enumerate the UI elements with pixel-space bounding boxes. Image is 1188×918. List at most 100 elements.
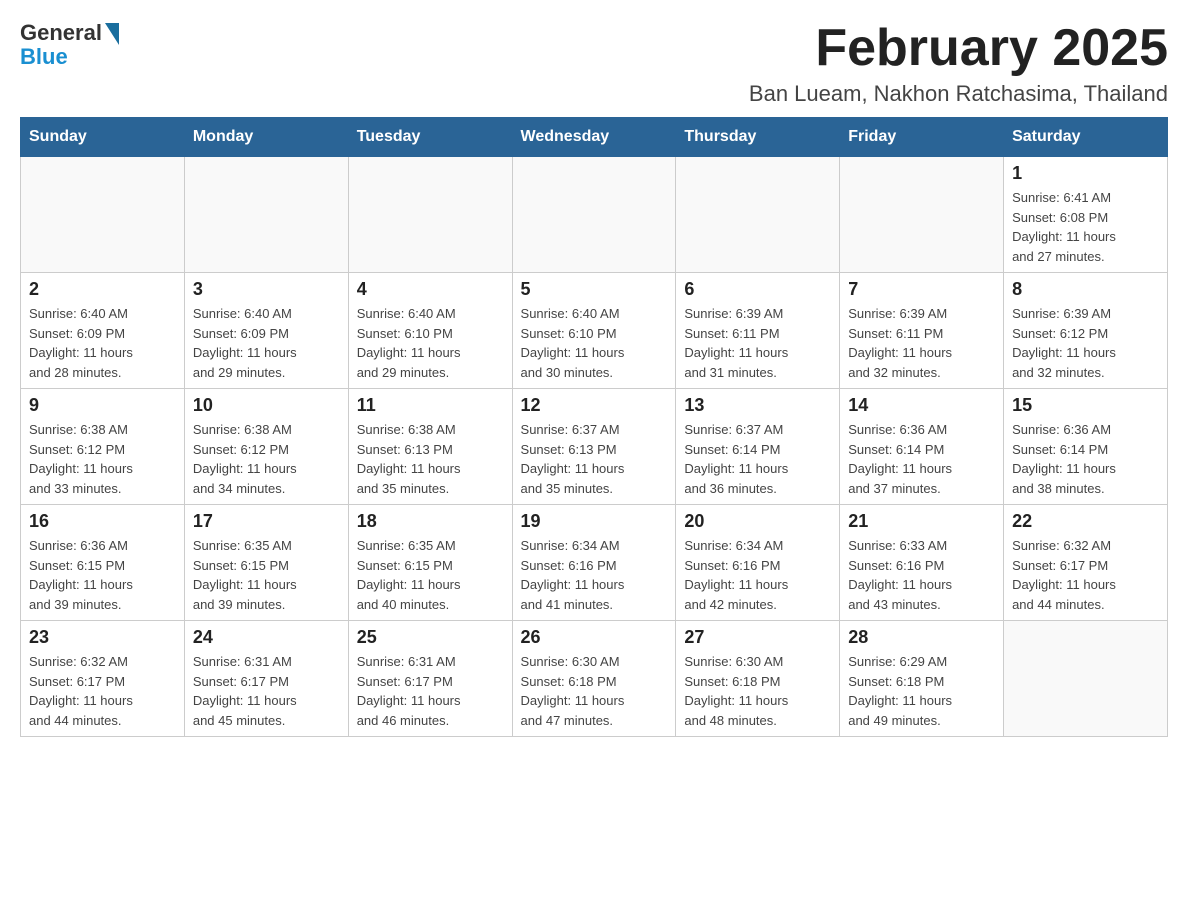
calendar-cell: 15 Sunrise: 6:36 AMSunset: 6:14 PMDayligh… [1004, 389, 1168, 505]
day-number: 11 [357, 395, 504, 416]
day-number: 13 [684, 395, 831, 416]
day-number: 12 [521, 395, 668, 416]
calendar-cell [1004, 621, 1168, 737]
day-info: Sunrise: 6:39 AMSunset: 6:11 PMDaylight:… [848, 304, 995, 382]
page-header: General Blue February 2025 Ban Lueam, Na… [20, 20, 1168, 107]
day-number: 5 [521, 279, 668, 300]
day-info: Sunrise: 6:32 AMSunset: 6:17 PMDaylight:… [1012, 536, 1159, 614]
calendar-cell: 3 Sunrise: 6:40 AMSunset: 6:09 PMDaylight… [184, 273, 348, 389]
day-number: 16 [29, 511, 176, 532]
logo: General Blue [20, 20, 119, 70]
calendar-cell [21, 157, 185, 273]
day-number: 22 [1012, 511, 1159, 532]
day-info: Sunrise: 6:32 AMSunset: 6:17 PMDaylight:… [29, 652, 176, 730]
day-info: Sunrise: 6:30 AMSunset: 6:18 PMDaylight:… [684, 652, 831, 730]
calendar-cell: 23Sunrise: 6:32 AMSunset: 6:17 PMDayligh… [21, 621, 185, 737]
day-info: Sunrise: 6:40 AMSunset: 6:09 PMDaylight:… [193, 304, 340, 382]
day-info: Sunrise: 6:38 AMSunset: 6:12 PMDaylight:… [193, 420, 340, 498]
calendar-cell: 24Sunrise: 6:31 AMSunset: 6:17 PMDayligh… [184, 621, 348, 737]
calendar-cell: 19 Sunrise: 6:34 AMSunset: 6:16 PMDayligh… [512, 505, 676, 621]
calendar-cell: 28 Sunrise: 6:29 AMSunset: 6:18 PMDayligh… [840, 621, 1004, 737]
logo-blue-text: Blue [20, 44, 68, 70]
day-info: Sunrise: 6:39 AMSunset: 6:11 PMDaylight:… [684, 304, 831, 382]
week-row-0: 1 Sunrise: 6:41 AMSunset: 6:08 PMDaylight… [21, 157, 1168, 273]
calendar-cell [348, 157, 512, 273]
day-number: 27 [684, 627, 831, 648]
day-info: Sunrise: 6:41 AMSunset: 6:08 PMDaylight:… [1012, 188, 1159, 266]
day-number: 3 [193, 279, 340, 300]
week-row-4: 23Sunrise: 6:32 AMSunset: 6:17 PMDayligh… [21, 621, 1168, 737]
calendar-cell: 5 Sunrise: 6:40 AMSunset: 6:10 PMDaylight… [512, 273, 676, 389]
calendar-cell [840, 157, 1004, 273]
day-info: Sunrise: 6:35 AMSunset: 6:15 PMDaylight:… [193, 536, 340, 614]
day-info: Sunrise: 6:40 AMSunset: 6:10 PMDaylight:… [357, 304, 504, 382]
calendar-cell: 1 Sunrise: 6:41 AMSunset: 6:08 PMDaylight… [1004, 157, 1168, 273]
day-number: 21 [848, 511, 995, 532]
calendar-cell: 22 Sunrise: 6:32 AMSunset: 6:17 PMDayligh… [1004, 505, 1168, 621]
calendar-cell: 26 Sunrise: 6:30 AMSunset: 6:18 PMDayligh… [512, 621, 676, 737]
logo-general: General [20, 20, 119, 46]
day-info: Sunrise: 6:34 AMSunset: 6:16 PMDaylight:… [684, 536, 831, 614]
logo-general-text: General [20, 20, 102, 46]
week-row-2: 9 Sunrise: 6:38 AMSunset: 6:12 PMDaylight… [21, 389, 1168, 505]
calendar-subtitle: Ban Lueam, Nakhon Ratchasima, Thailand [749, 81, 1168, 107]
calendar-cell: 18 Sunrise: 6:35 AMSunset: 6:15 PMDayligh… [348, 505, 512, 621]
day-number: 25 [357, 627, 504, 648]
day-number: 18 [357, 511, 504, 532]
calendar-title: February 2025 [749, 20, 1168, 77]
day-info: Sunrise: 6:38 AMSunset: 6:12 PMDaylight:… [29, 420, 176, 498]
calendar-cell: 27 Sunrise: 6:30 AMSunset: 6:18 PMDayligh… [676, 621, 840, 737]
day-info: Sunrise: 6:36 AMSunset: 6:14 PMDaylight:… [1012, 420, 1159, 498]
calendar-cell: 10Sunrise: 6:38 AMSunset: 6:12 PMDayligh… [184, 389, 348, 505]
header-tuesday: Tuesday [348, 118, 512, 157]
day-info: Sunrise: 6:33 AMSunset: 6:16 PMDaylight:… [848, 536, 995, 614]
day-info: Sunrise: 6:36 AMSunset: 6:15 PMDaylight:… [29, 536, 176, 614]
day-info: Sunrise: 6:30 AMSunset: 6:18 PMDaylight:… [521, 652, 668, 730]
day-info: Sunrise: 6:40 AMSunset: 6:09 PMDaylight:… [29, 304, 176, 382]
calendar-cell: 9 Sunrise: 6:38 AMSunset: 6:12 PMDaylight… [21, 389, 185, 505]
calendar-cell [676, 157, 840, 273]
day-number: 7 [848, 279, 995, 300]
calendar-cell: 25 Sunrise: 6:31 AMSunset: 6:17 PMDayligh… [348, 621, 512, 737]
day-number: 19 [521, 511, 668, 532]
day-number: 9 [29, 395, 176, 416]
header-wednesday: Wednesday [512, 118, 676, 157]
day-number: 14 [848, 395, 995, 416]
day-info: Sunrise: 6:29 AMSunset: 6:18 PMDaylight:… [848, 652, 995, 730]
day-number: 2 [29, 279, 176, 300]
day-number: 26 [521, 627, 668, 648]
calendar-cell: 13 Sunrise: 6:37 AMSunset: 6:14 PMDayligh… [676, 389, 840, 505]
title-block: February 2025 Ban Lueam, Nakhon Ratchasi… [749, 20, 1168, 107]
day-info: Sunrise: 6:37 AMSunset: 6:14 PMDaylight:… [684, 420, 831, 498]
calendar-cell: 11 Sunrise: 6:38 AMSunset: 6:13 PMDayligh… [348, 389, 512, 505]
calendar-cell: 6 Sunrise: 6:39 AMSunset: 6:11 PMDaylight… [676, 273, 840, 389]
calendar-cell: 14Sunrise: 6:36 AMSunset: 6:14 PMDayligh… [840, 389, 1004, 505]
calendar-cell: 16 Sunrise: 6:36 AMSunset: 6:15 PMDayligh… [21, 505, 185, 621]
day-info: Sunrise: 6:40 AMSunset: 6:10 PMDaylight:… [521, 304, 668, 382]
day-info: Sunrise: 6:39 AMSunset: 6:12 PMDaylight:… [1012, 304, 1159, 382]
calendar-cell: 8 Sunrise: 6:39 AMSunset: 6:12 PMDaylight… [1004, 273, 1168, 389]
day-number: 8 [1012, 279, 1159, 300]
calendar-cell: 2 Sunrise: 6:40 AMSunset: 6:09 PMDaylight… [21, 273, 185, 389]
header-sunday: Sunday [21, 118, 185, 157]
day-number: 28 [848, 627, 995, 648]
day-info: Sunrise: 6:31 AMSunset: 6:17 PMDaylight:… [357, 652, 504, 730]
logo-arrow-icon [105, 23, 119, 45]
day-number: 20 [684, 511, 831, 532]
calendar-cell: 17 Sunrise: 6:35 AMSunset: 6:15 PMDayligh… [184, 505, 348, 621]
header-thursday: Thursday [676, 118, 840, 157]
calendar-table: SundayMondayTuesdayWednesdayThursdayFrid… [20, 117, 1168, 737]
day-info: Sunrise: 6:34 AMSunset: 6:16 PMDaylight:… [521, 536, 668, 614]
day-number: 17 [193, 511, 340, 532]
calendar-cell [184, 157, 348, 273]
calendar-cell: 21 Sunrise: 6:33 AMSunset: 6:16 PMDayligh… [840, 505, 1004, 621]
day-info: Sunrise: 6:38 AMSunset: 6:13 PMDaylight:… [357, 420, 504, 498]
day-number: 6 [684, 279, 831, 300]
week-row-1: 2 Sunrise: 6:40 AMSunset: 6:09 PMDaylight… [21, 273, 1168, 389]
day-info: Sunrise: 6:35 AMSunset: 6:15 PMDaylight:… [357, 536, 504, 614]
header-row: SundayMondayTuesdayWednesdayThursdayFrid… [21, 118, 1168, 157]
day-number: 1 [1012, 163, 1159, 184]
day-number: 15 [1012, 395, 1159, 416]
day-number: 4 [357, 279, 504, 300]
calendar-cell: 7 Sunrise: 6:39 AMSunset: 6:11 PMDaylight… [840, 273, 1004, 389]
